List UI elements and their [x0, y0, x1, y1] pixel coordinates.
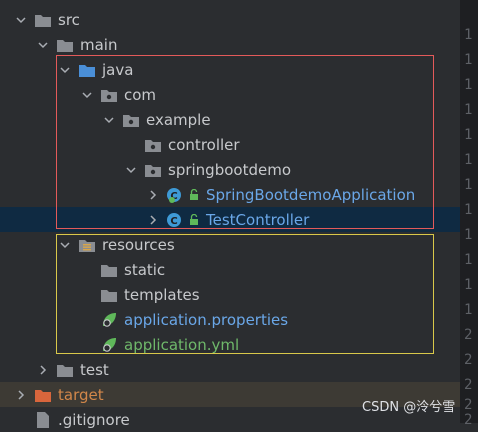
line-number: 1 — [464, 177, 473, 193]
tree-label: src — [58, 10, 80, 29]
line-number: 1 — [464, 277, 473, 293]
tree-node-controller[interactable]: controller — [0, 132, 460, 157]
tree-node-java[interactable]: java — [0, 57, 460, 82]
chevron-down-icon[interactable] — [36, 32, 50, 57]
package-icon — [122, 111, 140, 129]
line-number: 1 — [464, 52, 473, 68]
chevron-right-icon[interactable] — [36, 357, 50, 382]
line-number: 2 — [464, 327, 473, 343]
line-number: 1 — [464, 127, 473, 143]
chevron-right-icon[interactable] — [146, 182, 160, 207]
tree-label: example — [146, 110, 211, 129]
tree-node-test-controller[interactable]: C TestController — [0, 207, 460, 232]
chevron-right-icon[interactable] — [146, 207, 160, 232]
line-number: 1 — [464, 252, 473, 268]
line-number: 1 — [464, 227, 473, 243]
chevron-down-icon[interactable] — [58, 232, 72, 257]
tree-node-application-properties[interactable]: application.properties — [0, 307, 460, 332]
watermark-text: CSDN @泠兮雪 — [362, 400, 456, 415]
tree-node-src[interactable]: src — [0, 7, 460, 32]
package-icon — [100, 86, 118, 104]
tree-node-static[interactable]: static — [0, 257, 460, 282]
lock-icon — [188, 211, 200, 229]
spring-config-icon — [100, 336, 118, 354]
line-number: 1 — [464, 27, 473, 43]
line-number: 1 — [464, 202, 473, 218]
tree-node-application-yml[interactable]: application.yml — [0, 332, 460, 357]
line-number: 1 — [464, 152, 473, 168]
tree-label: main — [80, 35, 118, 54]
package-icon — [144, 161, 162, 179]
tree-node-resources[interactable]: resources — [0, 232, 460, 257]
tree-label: com — [124, 85, 157, 104]
tree-node-templates[interactable]: templates — [0, 282, 460, 307]
tree-node-example[interactable]: example — [0, 107, 460, 132]
tree-label: test — [80, 360, 109, 379]
line-number: 2 — [464, 412, 473, 428]
file-icon — [34, 411, 52, 429]
line-number: 1 — [464, 302, 473, 318]
tree-label: application.yml — [124, 335, 240, 354]
folder-icon — [100, 286, 118, 304]
project-tree: src main java com example controller spr… — [0, 0, 460, 429]
tree-node-springbootdemo[interactable]: springbootdemo — [0, 157, 460, 182]
tree-label: .gitignore — [58, 410, 130, 429]
tree-label: target — [58, 385, 104, 404]
folder-icon — [56, 36, 74, 54]
tree-node-com[interactable]: com — [0, 82, 460, 107]
svg-text:C: C — [170, 216, 177, 227]
chevron-down-icon[interactable] — [14, 7, 28, 32]
tree-label: controller — [168, 135, 240, 154]
folder-icon — [34, 11, 52, 29]
excluded-folder-icon — [34, 386, 52, 404]
line-number: 1 — [464, 77, 473, 93]
source-folder-icon — [78, 61, 96, 79]
spring-config-icon — [100, 311, 118, 329]
tree-label: java — [102, 60, 134, 79]
spring-boot-class-icon: C — [166, 186, 186, 204]
tree-label: templates — [124, 285, 200, 304]
chevron-down-icon[interactable] — [58, 57, 72, 82]
tree-node-main[interactable]: main — [0, 32, 460, 57]
lock-icon — [188, 186, 200, 204]
chevron-down-icon[interactable] — [124, 157, 138, 182]
tree-label: application.properties — [124, 310, 289, 329]
tree-label: TestController — [206, 210, 310, 229]
tree-label: SpringBootdemoApplication — [206, 185, 416, 204]
tree-node-springbootdemo-application[interactable]: C SpringBootdemoApplication — [0, 182, 460, 207]
line-number-gutter: 1 1 1 1 1 1 1 1 1 1 1 1 2 2 2 2 2 — [460, 0, 478, 428]
tree-node-test[interactable]: test — [0, 357, 460, 382]
line-number: 2 — [464, 352, 473, 368]
line-number: 2 — [464, 397, 473, 413]
tree-label: static — [124, 260, 166, 279]
folder-icon — [56, 361, 74, 379]
package-icon — [144, 136, 162, 154]
tree-label: resources — [102, 235, 175, 254]
class-icon: C — [166, 211, 186, 229]
tree-label: springbootdemo — [168, 160, 291, 179]
line-number: 1 — [464, 102, 473, 118]
resources-folder-icon — [78, 236, 96, 254]
chevron-down-icon[interactable] — [102, 107, 116, 132]
line-number: 2 — [464, 377, 473, 393]
chevron-right-icon[interactable] — [14, 382, 28, 407]
folder-icon — [100, 261, 118, 279]
chevron-down-icon[interactable] — [80, 82, 94, 107]
